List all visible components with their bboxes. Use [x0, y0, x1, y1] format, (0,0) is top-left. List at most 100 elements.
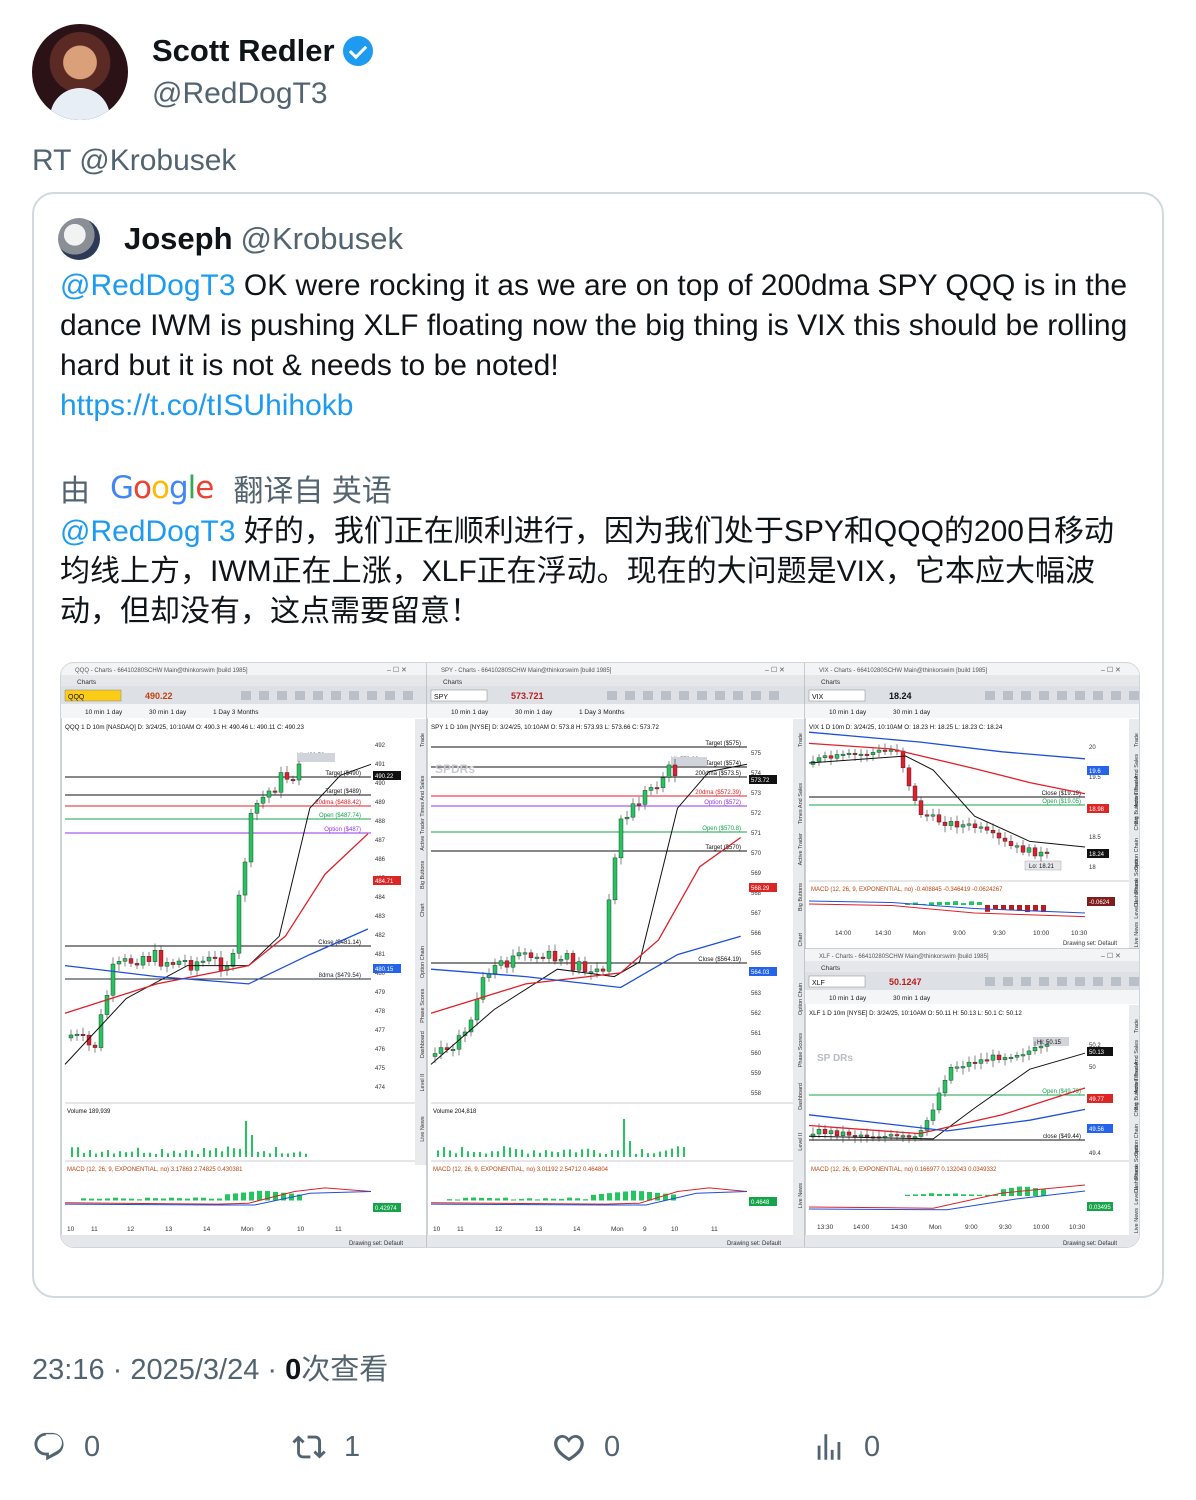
toolbar-button-icon	[1129, 691, 1139, 700]
tweet-timestamp[interactable]: 23:16 · 2025/3/24 ·	[32, 1354, 285, 1386]
qqq-y-tick: 474	[375, 1085, 386, 1091]
xlf-candle	[1014, 1055, 1020, 1058]
vix-macd-histogram-bar	[1033, 905, 1038, 912]
tco-link[interactable]: https://t.co/tISUhihokb	[60, 389, 353, 422]
spy-candle	[516, 952, 522, 957]
qqq-volume-bar	[215, 1148, 217, 1157]
vix-candle	[1014, 845, 1020, 848]
spy-level-label: Close ($564.19)	[698, 957, 741, 963]
xlf-candle	[942, 1080, 948, 1094]
vix-y-tick: 20	[1089, 745, 1096, 751]
author-handle[interactable]: @RedDogT3	[152, 77, 373, 111]
google-logo-icon: Google	[110, 470, 214, 506]
qqq-level-label: Option ($487)	[324, 827, 361, 833]
spy-macd-histogram-bar	[631, 1190, 636, 1201]
quoted-author-handle[interactable]: @Krobusek	[241, 221, 403, 257]
author-avatar[interactable]	[32, 24, 128, 120]
vix-y-tick: 18.5	[1089, 835, 1101, 841]
translated-mention-link[interactable]: @RedDogT3	[60, 515, 236, 548]
qqq-macd-histogram-bar	[209, 1198, 214, 1201]
spy-candle	[546, 950, 552, 959]
attached-chart-image[interactable]: QQQ - Charts - 66410280SCHW Main@thinkor…	[60, 662, 1140, 1248]
spy-macd-histogram-bar	[615, 1192, 620, 1201]
qqq-x-tick: 11	[91, 1226, 98, 1233]
spy-macd-histogram-bar	[487, 1197, 492, 1201]
qqq-volume-bar	[203, 1147, 205, 1157]
qqq-candle	[206, 956, 212, 962]
toolbar-button-icon	[1093, 691, 1103, 700]
qqq-y-tick: 478	[375, 1009, 386, 1015]
spy-level-label: Target ($575)	[705, 741, 741, 747]
period-option: 1 Day 3 Months	[213, 709, 259, 716]
side-tab: Phase Scores	[798, 1033, 804, 1067]
spy-x-tick: 10	[433, 1226, 441, 1233]
xlf-y-tick: 50	[1089, 1065, 1096, 1071]
spy-candle	[492, 965, 498, 974]
qqq-y-tick: 484	[375, 895, 386, 901]
tab-bar	[805, 675, 1139, 686]
xlf-x-tick: 13:30	[817, 1224, 834, 1231]
side-tab: Level II	[420, 1073, 426, 1091]
qqq-y-tick: 490	[375, 781, 386, 787]
spy-volume-bar	[443, 1147, 445, 1157]
qqq-candle	[182, 960, 188, 963]
spy-candle	[504, 960, 510, 968]
side-tab: Times And Sales	[798, 783, 804, 824]
vix-x-tick: Mon	[913, 930, 926, 937]
quoted-author-avatar[interactable]	[58, 218, 100, 260]
spy-volume-bar	[515, 1149, 517, 1157]
toolbar-button-icon	[259, 691, 269, 700]
toolbar-button-icon	[1057, 691, 1067, 700]
spy-volume-bar	[521, 1149, 523, 1157]
spy-volume-bar	[455, 1153, 457, 1157]
qqq-volume-bar	[107, 1150, 109, 1157]
side-tab: Dashboard	[420, 1031, 426, 1058]
spy-macd-histogram-bar	[639, 1191, 644, 1201]
quoted-author-name[interactable]: Joseph	[124, 221, 233, 257]
retweet-button[interactable]: 1	[292, 1430, 360, 1464]
qqq-y-tick: 491	[375, 762, 386, 768]
views-button[interactable]: 0	[812, 1430, 880, 1464]
qqq-x-tick: 10	[297, 1226, 305, 1233]
qqq-volume-bar	[281, 1153, 283, 1157]
spy-volume-bar	[491, 1151, 493, 1157]
vix-candle	[942, 821, 948, 826]
mention-link[interactable]: @RedDogT3	[60, 269, 236, 302]
like-button[interactable]: 0	[552, 1430, 620, 1464]
retweet-line: RT @Krobusek	[32, 144, 237, 177]
qqq-drawing-set: Drawing set: Default	[349, 1241, 403, 1247]
spy-candle	[636, 803, 642, 806]
quoted-tweet-card[interactable]: Joseph @Krobusek @RedDogT3 OK were rocki…	[32, 192, 1164, 1298]
spy-volume-bar	[467, 1151, 469, 1157]
spy-candle	[576, 961, 582, 971]
reply-button[interactable]: 0	[32, 1430, 100, 1464]
toolbar-button-icon	[1111, 691, 1121, 700]
vix-level-label: Lo: 18.21	[1029, 864, 1055, 870]
qqq-candle	[278, 772, 284, 793]
vix-macd-histogram-bar	[985, 905, 990, 912]
xlf-candle	[1038, 1046, 1044, 1049]
spy-macd-histogram-bar	[543, 1198, 548, 1201]
xlf-macd-histogram-bar	[945, 1193, 950, 1196]
xlf-macd-histogram-bar	[953, 1193, 958, 1196]
side-tab: Trade	[420, 733, 426, 747]
qqq-volume-bar	[173, 1150, 175, 1157]
spy-volume-bar	[647, 1153, 649, 1157]
xlf-macd-histogram-bar	[929, 1193, 934, 1196]
window-controls: – ☐ ✕	[1101, 666, 1121, 674]
window-controls: – ☐ ✕	[1101, 952, 1121, 960]
xlf-candle	[900, 1135, 906, 1138]
vix-candle	[984, 826, 990, 831]
author-name-row[interactable]: Scott Redler	[152, 33, 373, 69]
window-controls: – ☐ ✕	[765, 666, 785, 674]
xlf-candle	[1026, 1050, 1032, 1055]
analytics-icon	[817, 1434, 841, 1460]
quoted-tweet-text: @RedDogT3 OK were rocking it as we are o…	[60, 266, 1140, 426]
translation-attribution: 由 Google 翻译自 英语	[60, 466, 392, 510]
view-count: 0	[285, 1354, 302, 1386]
xlf-level-label: Open ($49.79)	[1042, 1089, 1081, 1095]
side-tab: Level II	[798, 1133, 804, 1151]
qqq-candle	[146, 956, 152, 962]
toolbar-button-icon	[733, 691, 743, 700]
author-name[interactable]: Scott Redler	[152, 33, 335, 69]
